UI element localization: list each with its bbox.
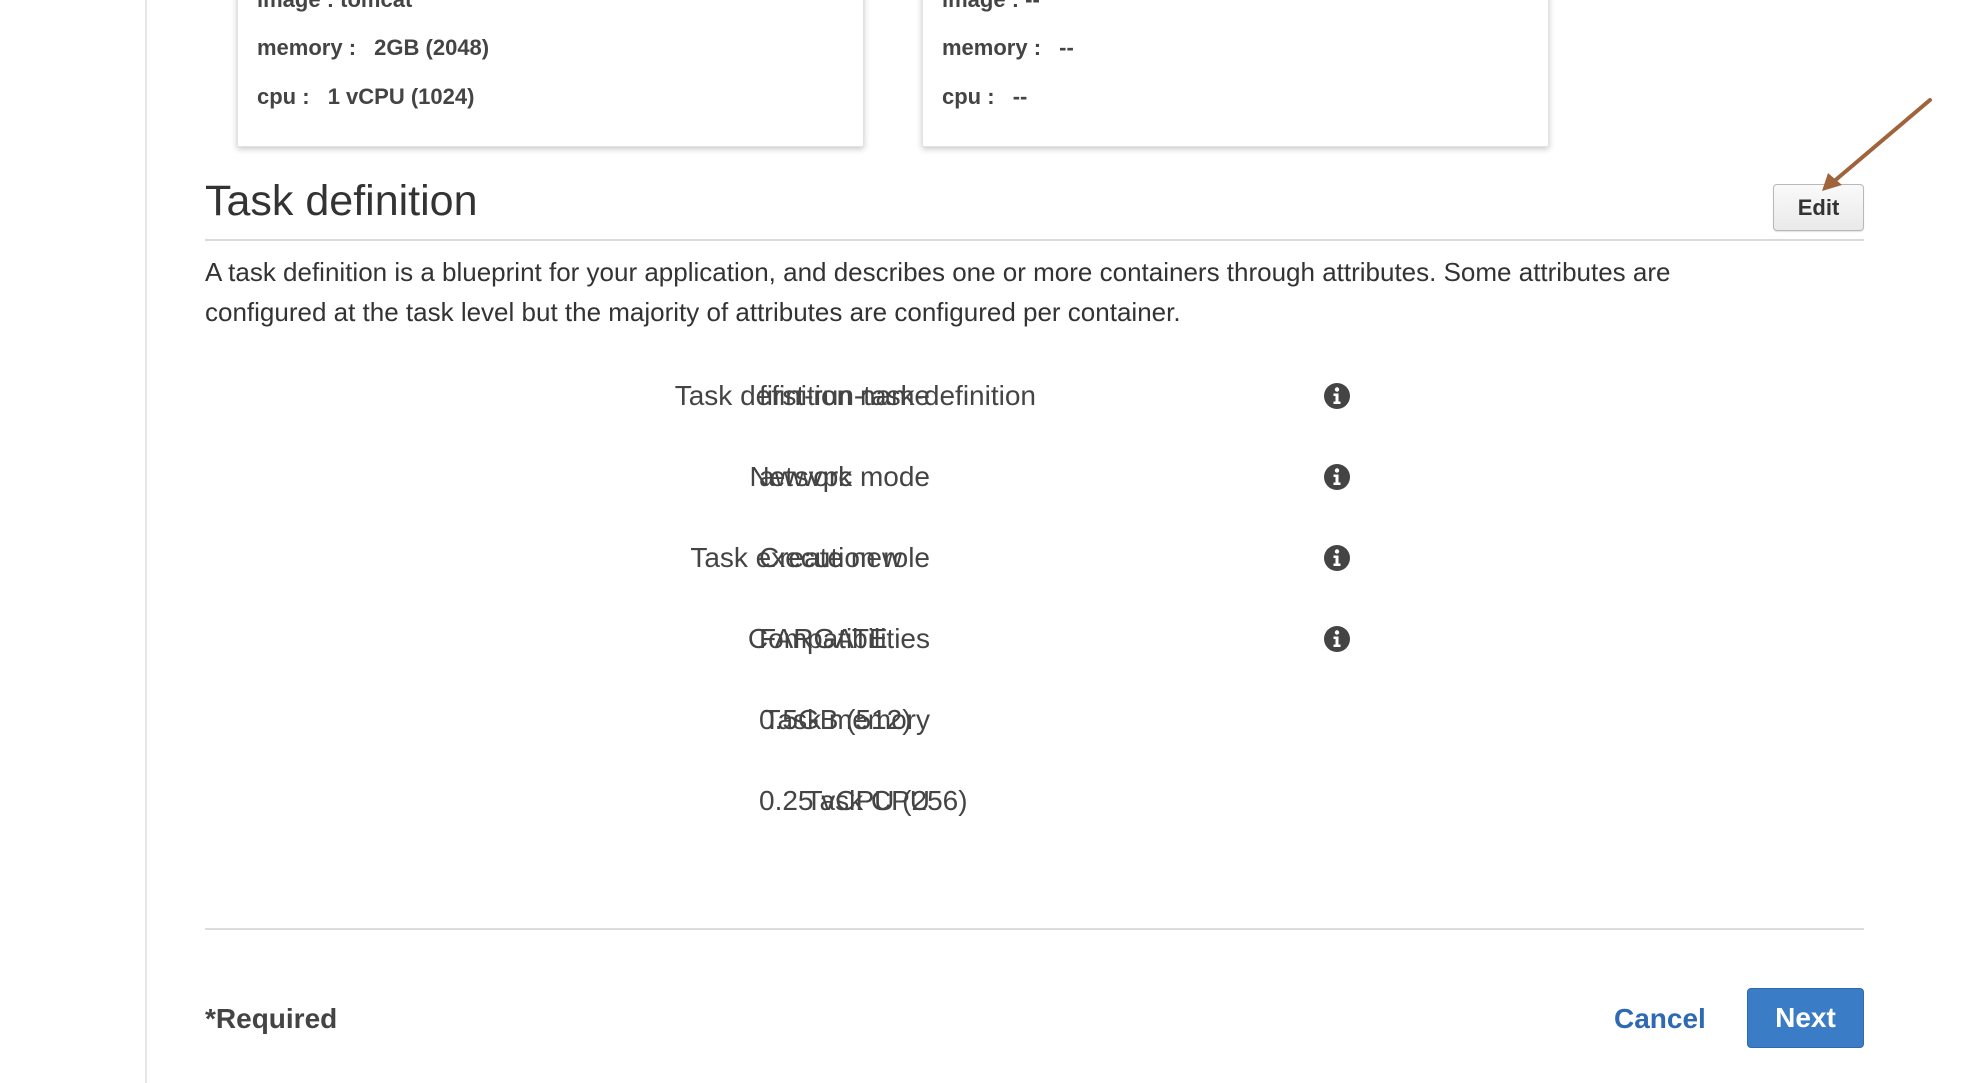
- container-card-2: image : -- memory : -- cpu : --: [922, 0, 1549, 147]
- section-divider: [205, 239, 1864, 241]
- card-cpu-value: --: [1012, 84, 1028, 109]
- field-value: FARGATE: [759, 623, 888, 654]
- card-image-line: image : --: [942, 0, 1040, 13]
- card-image-label: image :: [942, 0, 1019, 12]
- field-value: first-run-task-definition: [759, 380, 1036, 411]
- footer-divider: [205, 928, 1864, 930]
- field-row-task-cpu: Task CPU 0.25 vCPU (256): [205, 785, 1405, 825]
- field-row-task-execution-role: Task execution role Create new: [205, 542, 1405, 582]
- field-value: awsvpc: [759, 461, 853, 492]
- arrow-annotation-icon: [1822, 98, 1932, 191]
- info-icon[interactable]: [1323, 625, 1351, 653]
- next-button[interactable]: Next: [1747, 988, 1864, 1048]
- card-memory-label: memory :: [257, 35, 357, 60]
- card-cpu-label: cpu :: [942, 84, 995, 109]
- info-icon[interactable]: [1323, 382, 1351, 410]
- card-memory-value: 2GB (2048): [374, 35, 490, 60]
- card-memory-line: memory : 2GB (2048): [257, 35, 489, 61]
- card-memory-value: --: [1059, 35, 1074, 60]
- sidebar-border: [145, 0, 147, 1083]
- container-card-1: image : tomcat memory : 2GB (2048) cpu :…: [237, 0, 864, 147]
- required-note: *Required: [205, 1003, 338, 1034]
- cancel-button[interactable]: Cancel: [1614, 1003, 1706, 1035]
- card-cpu-line: cpu : 1 vCPU (1024): [257, 84, 474, 110]
- field-row-compatibilities: Compatibilities FARGATE: [205, 623, 1405, 663]
- field-row-task-memory: Task memory 0.5GB (512): [205, 704, 1405, 744]
- field-value: 0.5GB (512): [759, 704, 912, 735]
- info-icon[interactable]: [1323, 544, 1351, 572]
- card-memory-label: memory :: [942, 35, 1042, 60]
- card-image-value: tomcat: [340, 0, 412, 12]
- field-value: Create new: [759, 542, 903, 573]
- card-image-line: image : tomcat: [257, 0, 412, 13]
- card-memory-line: memory : --: [942, 35, 1074, 61]
- card-image-value: --: [1025, 0, 1040, 12]
- info-icon[interactable]: [1323, 463, 1351, 491]
- field-row-network-mode: Network mode awsvpc: [205, 461, 1405, 501]
- card-cpu-value: 1 vCPU (1024): [327, 84, 475, 109]
- card-image-label: image :: [257, 0, 334, 12]
- section-description: A task definition is a blueprint for you…: [205, 257, 1671, 327]
- card-cpu-label: cpu :: [257, 84, 310, 109]
- field-value: 0.25 vCPU (256): [759, 785, 968, 816]
- field-row-task-definition-name: Task definition name first-run-task-defi…: [205, 380, 1405, 420]
- section-title: Task definition: [205, 177, 478, 225]
- card-cpu-line: cpu : --: [942, 84, 1027, 110]
